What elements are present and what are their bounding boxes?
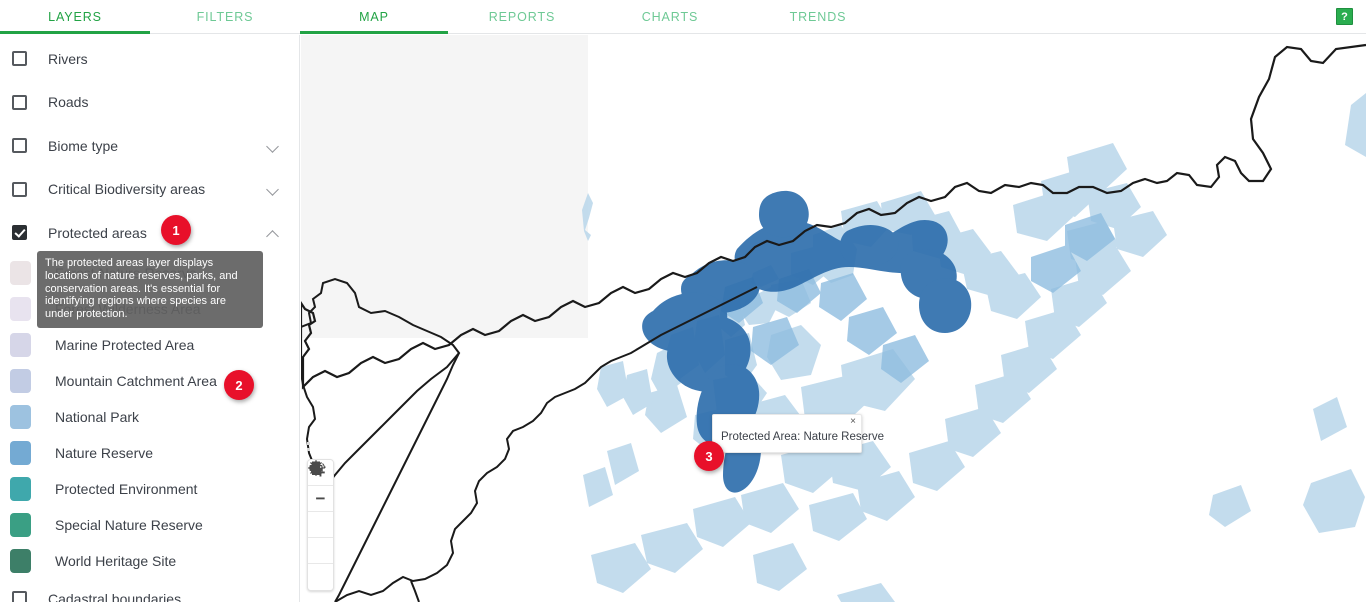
- main-tabbar: MAP REPORTS CHARTS TRENDS ?: [300, 0, 1366, 34]
- legend-swatch: [10, 296, 31, 321]
- legend-swatch: [10, 512, 31, 537]
- legend-label: Special Nature Reserve: [55, 516, 203, 533]
- layer-row-protected-areas[interactable]: Protected areas: [0, 211, 299, 255]
- checkbox-biome-type[interactable]: [12, 138, 27, 154]
- map-vector-layer: [301, 35, 1366, 602]
- layer-label: Cadastral boundaries: [48, 590, 182, 602]
- app-root: LAYERS FILTERS MAP REPORTS CHARTS TRENDS…: [0, 0, 1366, 602]
- zoom-out-button[interactable]: −: [308, 486, 333, 512]
- checkbox-critical-biodiversity-areas[interactable]: [12, 181, 27, 197]
- checkbox-protected-areas[interactable]: [12, 225, 27, 241]
- tilt-3d-button[interactable]: 3D: [308, 463, 333, 538]
- map-canvas[interactable]: + − 3D: [301, 35, 1366, 602]
- map-controls: + − 3D: [307, 459, 334, 591]
- layer-label: Critical Biodiversity areas: [48, 181, 206, 198]
- checkbox-cadastral-boundaries[interactable]: [12, 591, 27, 602]
- checkbox-rivers[interactable]: [12, 51, 27, 67]
- legend-item-marine-protected-area[interactable]: Marine Protected Area: [0, 327, 299, 363]
- layer-label: Roads: [48, 94, 89, 111]
- legend-item-national-park[interactable]: National Park: [0, 399, 299, 435]
- legend-item-world-heritage-site[interactable]: World Heritage Site: [0, 543, 299, 579]
- layer-row-biome-type[interactable]: Biome type: [0, 124, 299, 168]
- compass-button[interactable]: [308, 460, 333, 564]
- layer-row-roads[interactable]: Roads: [0, 81, 299, 125]
- boundary-diagonal: [334, 352, 460, 602]
- legend-label: Nature Reserve: [55, 444, 154, 461]
- river-line: [410, 580, 420, 602]
- legend-label: Mountain Catchment Area: [55, 372, 217, 389]
- tab-charts[interactable]: CHARTS: [596, 0, 744, 33]
- chevron-down-icon[interactable]: [265, 138, 281, 154]
- legend-item-nature-reserve[interactable]: Nature Reserve: [0, 435, 299, 471]
- legend-label: Protected Environment: [55, 480, 198, 497]
- legend-swatch: [10, 548, 31, 573]
- popup-text: Protected Area: Nature Reserve: [721, 431, 884, 443]
- help-icon[interactable]: ?: [1336, 8, 1353, 25]
- legend-item-mountain-catchment-area[interactable]: Mountain Catchment Area: [0, 363, 299, 399]
- layer-label: Rivers: [48, 50, 88, 67]
- legend-item-protected-environment[interactable]: Protected Environment: [0, 471, 299, 507]
- legend-swatch: [10, 368, 31, 393]
- tab-trends[interactable]: TRENDS: [744, 0, 892, 33]
- legend-swatch: [10, 476, 31, 501]
- chevron-up-icon[interactable]: [265, 225, 281, 241]
- map-controls-grip[interactable]: [307, 439, 317, 454]
- legend-label: National Park: [55, 408, 140, 425]
- layer-label: Biome type: [48, 137, 119, 154]
- legend-item-special-nature-reserve[interactable]: Special Nature Reserve: [0, 507, 299, 543]
- legend-swatch: [10, 332, 31, 357]
- layer-row-rivers[interactable]: Rivers: [0, 37, 299, 81]
- chevron-down-icon[interactable]: [265, 181, 281, 197]
- sidebar-tabbar: LAYERS FILTERS: [0, 0, 300, 34]
- map-feature-popup[interactable]: × Protected Area: Nature Reserve: [712, 414, 884, 453]
- legend-label: Marine Protected Area: [55, 336, 195, 353]
- legend-swatch: [10, 404, 31, 429]
- layer-row-cadastral-boundaries[interactable]: Cadastral boundaries: [0, 579, 299, 602]
- checkbox-roads[interactable]: [12, 94, 27, 110]
- close-icon[interactable]: ×: [850, 417, 856, 427]
- legend-swatch: [10, 260, 31, 285]
- legend-swatch: [10, 440, 31, 465]
- tab-filters[interactable]: FILTERS: [150, 0, 300, 33]
- legend-label: World Heritage Site: [55, 552, 177, 569]
- tab-layers[interactable]: LAYERS: [0, 0, 150, 34]
- tabbar-spacer: [892, 0, 1336, 33]
- annotation-badge-3: 3: [694, 441, 724, 471]
- tab-map[interactable]: MAP: [300, 0, 448, 34]
- annotation-badge-1: 1: [161, 215, 191, 245]
- print-button[interactable]: [308, 461, 333, 590]
- layer-label: Protected areas: [48, 224, 147, 241]
- annotation-badge-2: 2: [224, 370, 254, 400]
- tab-reports[interactable]: REPORTS: [448, 0, 596, 33]
- layer-row-critical-biodiversity-areas[interactable]: Critical Biodiversity areas: [0, 168, 299, 212]
- layer-description-tooltip: The protected areas layer displays locat…: [37, 251, 263, 328]
